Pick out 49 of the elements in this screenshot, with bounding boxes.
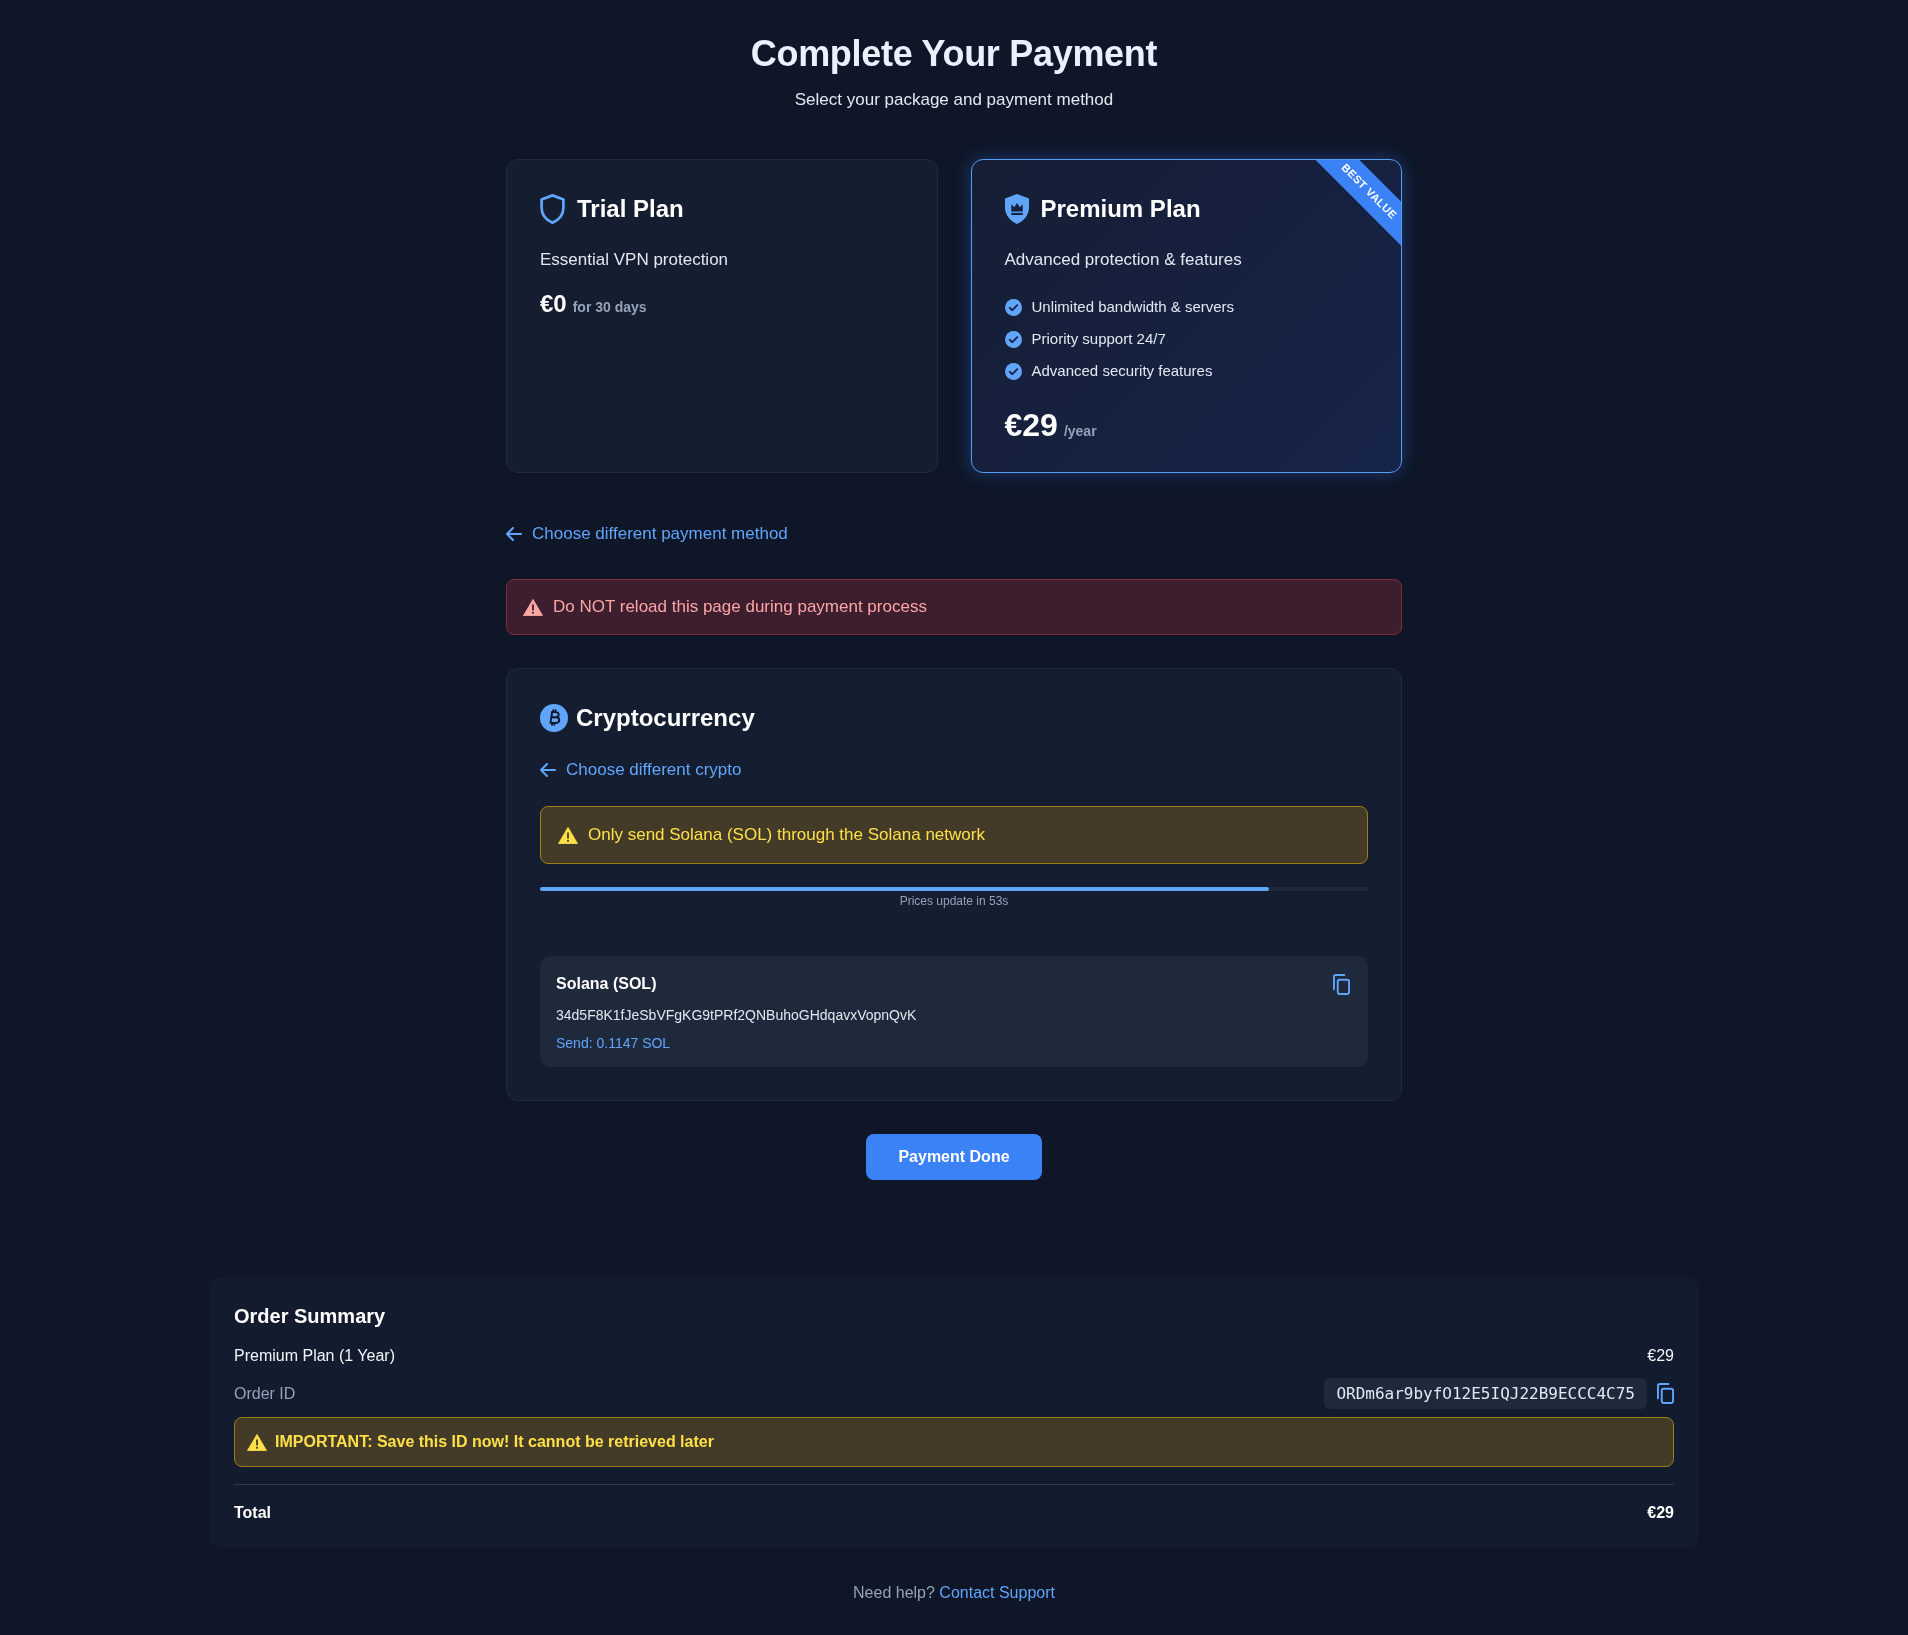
order-id-code: ORDm6ar9byfO12E5IQJ22B9ECCC4C75	[1324, 1378, 1647, 1410]
plan-title: Premium Plan	[1040, 194, 1201, 224]
wallet-name: Solana (SOL)	[556, 974, 657, 995]
check-icon	[1004, 298, 1022, 316]
send-amount: Send: 0.1147 SOL	[556, 1034, 672, 1054]
feature-text: Unlimited bandwidth & servers	[1031, 297, 1235, 317]
alert-text: Only send Solana (SOL) through the Solana network	[588, 824, 985, 847]
summary-title: Order Summary	[234, 1304, 387, 1330]
feature-text: Advanced security features	[1031, 361, 1213, 381]
total-label: Total	[234, 1503, 272, 1524]
back-link[interactable]: Choose different crypto	[540, 758, 742, 783]
plan-period: for 30 days	[572, 299, 647, 315]
feature-text: Priority support 24/7	[1031, 329, 1166, 349]
copy-icon	[1333, 973, 1350, 995]
alert-text: IMPORTANT: Save this ID now! It cannot be retrieved later	[275, 1432, 714, 1453]
item-price: €29	[1647, 1346, 1674, 1367]
copy-icon	[1657, 1383, 1674, 1405]
copy-button[interactable]	[1657, 1383, 1674, 1405]
arrow-left-icon	[540, 763, 556, 778]
coin-icon	[540, 704, 568, 733]
alert-text: Do NOT reload this page during payment process	[553, 596, 927, 619]
item-label: Premium Plan (1 Year)	[234, 1346, 395, 1367]
page-subtitle: Select your package and payment method	[793, 89, 1115, 111]
plan-card[interactable]: Trial Plan Essential VPN protection €0 for 30 days	[506, 159, 938, 474]
warning-icon	[558, 826, 578, 844]
warning-icon	[247, 1433, 267, 1451]
total-price: €29	[1647, 1503, 1674, 1524]
timer-label: Prices update in 53s	[898, 893, 1010, 910]
crown-shield-icon	[1004, 194, 1029, 224]
wallet-address: 34d5F8K1fJeSbVFgKG9tPRf2QNBuhoGHdqavxVopnQvK	[556, 1006, 918, 1026]
shield-icon	[540, 194, 565, 224]
contact-support-link[interactable]: Contact Support	[939, 1584, 1055, 1602]
plan-price: €29	[1004, 406, 1058, 445]
plan-period: /year	[1063, 423, 1097, 439]
plan-price: €0	[540, 290, 567, 319]
copy-button[interactable]	[1333, 973, 1350, 995]
plan-title: Trial Plan	[577, 194, 684, 224]
arrow-left-icon	[506, 527, 522, 542]
help-text: Need help?	[853, 1584, 935, 1602]
plan-description: Advanced protection & features	[1004, 249, 1243, 271]
section-title: Cryptocurrency	[576, 703, 755, 734]
check-icon	[1004, 362, 1022, 380]
warning-icon	[523, 598, 543, 616]
page-title: Complete Your Payment	[749, 32, 1159, 76]
plan-description: Essential VPN protection	[540, 249, 730, 271]
back-link[interactable]: Choose different payment method	[506, 522, 788, 547]
payment-done-button[interactable]: Payment Done	[866, 1134, 1042, 1181]
order-id-label: Order ID	[234, 1383, 296, 1404]
check-icon	[1004, 330, 1022, 348]
